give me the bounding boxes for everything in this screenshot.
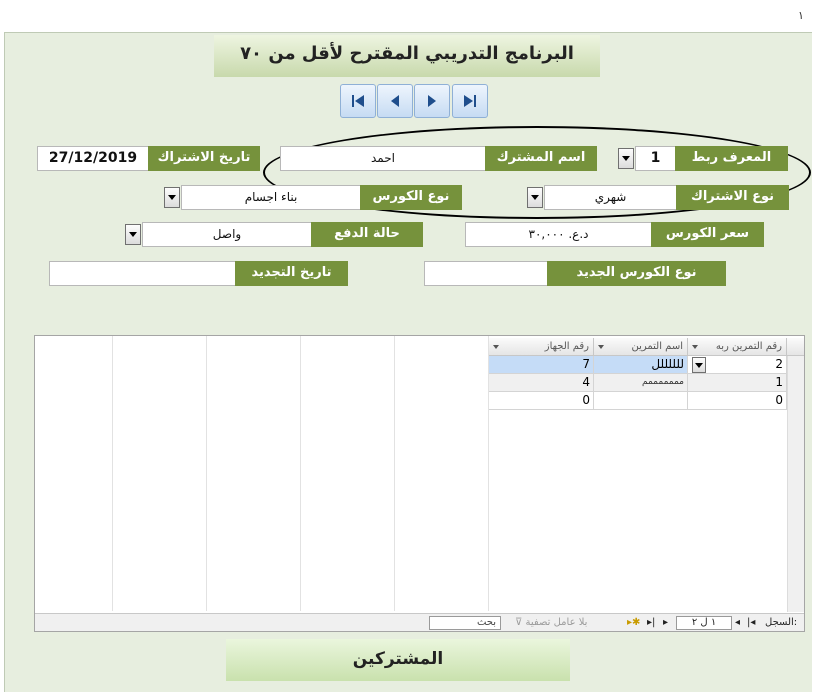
- last-record-small-icon[interactable]: ▸|: [647, 616, 655, 630]
- page-number: ١: [798, 9, 804, 22]
- sort-arrow-icon[interactable]: [493, 345, 499, 349]
- subscription-type-dropdown[interactable]: [527, 187, 543, 208]
- grid-line: [394, 336, 395, 611]
- course-price-label: سعر الكورس: [651, 222, 764, 247]
- column-header-exercise-name[interactable]: اسم التمرين: [594, 338, 688, 356]
- subscription-type-field[interactable]: شهري: [544, 185, 677, 210]
- renewal-date-label: تاريخ التجديد: [235, 261, 348, 286]
- search-input[interactable]: بحث: [429, 616, 501, 630]
- grid-line: [300, 336, 301, 611]
- record-label: السجل:: [765, 617, 798, 628]
- vertical-scrollbar[interactable]: [787, 356, 804, 612]
- first-record-button[interactable]: [340, 84, 376, 118]
- link-id-field[interactable]: 1: [635, 146, 676, 171]
- payment-status-dropdown[interactable]: [125, 224, 141, 245]
- column-header-device-no[interactable]: رقم الجهاز: [489, 338, 594, 356]
- previous-record-icon: [391, 95, 399, 107]
- previous-record-small-icon[interactable]: ◂: [735, 616, 740, 630]
- grid-line: [206, 336, 207, 611]
- subscription-date-label: تاريخ الاشتراك: [148, 146, 260, 171]
- first-record-small-icon[interactable]: |◂: [747, 616, 755, 630]
- select-all-corner[interactable]: [787, 338, 804, 356]
- main-form: البرنامج التدريبي المقترح لأقل من ٧٠ 27/…: [4, 32, 812, 692]
- link-id-dropdown[interactable]: [618, 148, 634, 169]
- form-title: البرنامج التدريبي المقترح لأقل من ٧٠: [214, 35, 600, 77]
- exercises-subform: رقم التمرين ربه اسم التمرين رقم الجهاز 2…: [34, 335, 805, 632]
- last-record-button[interactable]: [452, 84, 488, 118]
- exercise-link-dropdown[interactable]: [692, 357, 706, 373]
- filter-status[interactable]: بلا عامل تصفية ⊽: [515, 616, 587, 630]
- next-record-button[interactable]: [414, 84, 450, 118]
- grid-line: [112, 336, 113, 611]
- last-record-icon: [464, 95, 476, 107]
- exercise-link-cell[interactable]: 1: [688, 374, 787, 392]
- subscription-type-label: نوع الاشتراك: [676, 185, 789, 210]
- member-name-label: اسم المشترك: [485, 146, 597, 171]
- course-type-dropdown[interactable]: [164, 187, 180, 208]
- record-position-box[interactable]: ١ ل ٢: [676, 616, 732, 630]
- exercise-name-cell[interactable]: للللللل: [594, 356, 688, 374]
- sort-arrow-icon[interactable]: [692, 345, 698, 349]
- filter-icon: ⊽: [515, 617, 523, 628]
- course-type-label: نوع الكورس: [360, 185, 462, 210]
- footer-title: المشتركين: [226, 639, 570, 681]
- window: ١ البرنامج التدريبي المقترح لأقل من ٧٠ 2…: [0, 0, 814, 692]
- exercise-name-cell[interactable]: مممممممم: [594, 374, 688, 392]
- device-no-cell[interactable]: 0: [489, 392, 594, 410]
- new-record-small-icon[interactable]: ▸✱: [627, 616, 640, 630]
- column-header-label: رقم الجهاز: [544, 341, 589, 352]
- next-record-small-icon[interactable]: ▸: [663, 616, 668, 630]
- record-navigation-bar: السجل: |◂ ◂ ١ ل ٢ ▸ ▸| ▸✱ بلا عامل تصفية…: [35, 613, 804, 631]
- next-record-icon: [428, 95, 436, 107]
- device-no-cell[interactable]: 7: [489, 356, 594, 374]
- new-course-type-label: نوع الكورس الجديد: [547, 261, 726, 286]
- sort-arrow-icon[interactable]: [598, 345, 604, 349]
- new-course-type-field[interactable]: [424, 261, 548, 286]
- renewal-date-field[interactable]: [49, 261, 236, 286]
- device-no-cell[interactable]: 4: [489, 374, 594, 392]
- column-header-label: اسم التمرين: [631, 341, 683, 352]
- course-price-field[interactable]: د.ع. ٣٠,٠٠٠: [465, 222, 652, 247]
- column-header-label: رقم التمرين ربه: [715, 341, 782, 352]
- member-name-field[interactable]: احمد: [280, 146, 486, 171]
- no-filter-label: بلا عامل تصفية: [525, 617, 588, 628]
- previous-record-button[interactable]: [377, 84, 413, 118]
- first-record-icon: [352, 95, 364, 107]
- subscription-date-field[interactable]: 27/12/2019: [37, 146, 149, 171]
- payment-status-field[interactable]: واصل: [142, 222, 312, 247]
- payment-status-label: حالة الدفع: [311, 222, 423, 247]
- column-header-exercise-link[interactable]: رقم التمرين ربه: [688, 338, 787, 356]
- exercise-name-cell[interactable]: [594, 392, 688, 410]
- exercise-link-cell[interactable]: 0: [688, 392, 787, 410]
- course-type-field[interactable]: بناء اجسام: [181, 185, 361, 210]
- link-id-label: المعرف ربط: [675, 146, 788, 171]
